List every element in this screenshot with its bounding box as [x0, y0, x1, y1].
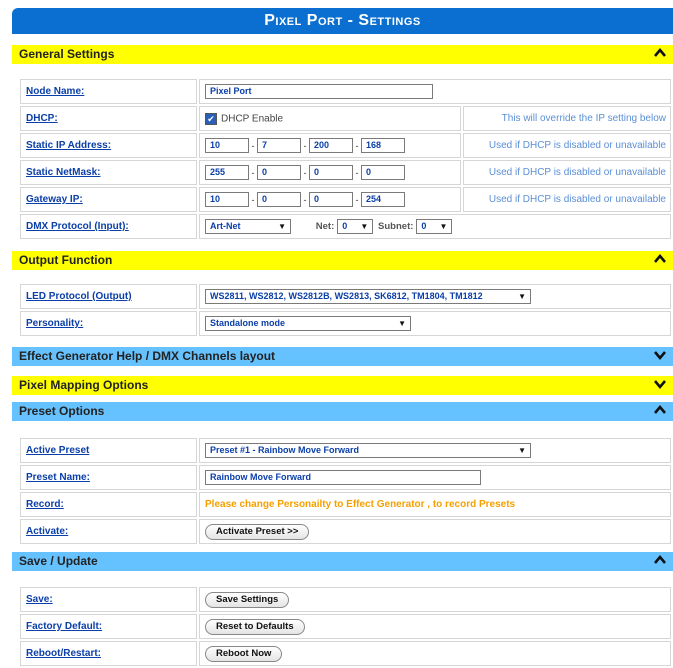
table-row: Preset Name: Rainbow Move Forward [20, 465, 671, 490]
dropdown-arrow-icon: ▼ [518, 446, 526, 455]
ip-octet-3[interactable]: 200 [309, 138, 353, 153]
section-title: Pixel Mapping Options [19, 378, 149, 392]
activate-preset-button[interactable]: Activate Preset >> [205, 523, 310, 540]
preset-name-label: Preset Name: [20, 465, 197, 490]
table-row: DHCP: ✔ DHCP Enable This will override th… [20, 106, 671, 131]
personality-label: Personality: [20, 311, 197, 336]
table-row: Save: Save Settings [20, 587, 671, 612]
table-row: Node Name: Pixel Port [20, 79, 671, 104]
gateway-ip-hint: Used if DHCP is disabled or unavailable [463, 187, 671, 212]
table-row: Active Preset Preset #1 - Rainbow Move F… [20, 438, 671, 463]
record-label: Record: [20, 492, 197, 517]
node-name-input[interactable]: Pixel Port [205, 84, 433, 99]
static-netmask-label: Static NetMask: [20, 160, 197, 185]
dmx-protocol-select[interactable]: Art-Net ▼ [205, 219, 291, 234]
record-warning: Please change Personailty to Effect Gene… [205, 499, 516, 510]
personality-select[interactable]: Standalone mode ▼ [205, 316, 411, 331]
output-function-table: LED Protocol (Output) WS2811, WS2812, WS… [18, 282, 673, 338]
active-preset-label: Active Preset [20, 438, 197, 463]
static-ip-hint: Used if DHCP is disabled or unavailable [463, 133, 671, 158]
table-row: Record: Please change Personailty to Eff… [20, 492, 671, 517]
ip-octet-1[interactable]: 10 [205, 138, 249, 153]
chevron-up-icon[interactable] [653, 553, 667, 567]
dropdown-arrow-icon: ▼ [439, 222, 448, 231]
section-output-function[interactable]: Output Function [12, 251, 673, 270]
reset-defaults-button[interactable]: Reset to Defaults [205, 618, 305, 635]
save-settings-button[interactable]: Save Settings [205, 591, 290, 608]
dhcp-label: DHCP: [20, 106, 197, 131]
dropdown-arrow-icon: ▼ [398, 319, 406, 328]
dropdown-arrow-icon: ▼ [518, 292, 526, 301]
subnet-select[interactable]: 0 ▼ [416, 219, 453, 234]
ip-octet-4[interactable]: 168 [361, 138, 405, 153]
gateway-octet-3[interactable]: 0 [309, 192, 353, 207]
node-name-label: Node Name: [20, 79, 197, 104]
netmask-octet-4[interactable]: 0 [361, 165, 405, 180]
section-effect-generator[interactable]: Effect Generator Help / DMX Channels lay… [12, 347, 673, 366]
save-label: Save: [20, 587, 197, 612]
led-protocol-select[interactable]: WS2811, WS2812, WS2812B, WS2813, SK6812,… [205, 289, 531, 304]
page-title: Pixel Port - Settings [12, 8, 673, 34]
gateway-octet-4[interactable]: 254 [361, 192, 405, 207]
dhcp-checkbox[interactable]: ✔ [205, 112, 217, 125]
section-title: General Settings [19, 47, 115, 61]
section-save-update[interactable]: Save / Update [12, 552, 673, 571]
preset-options-table: Active Preset Preset #1 - Rainbow Move F… [18, 436, 673, 546]
table-row: Static NetMask: 255-0-0-0 Used if DHCP i… [20, 160, 671, 185]
general-settings-table: Node Name: Pixel Port DHCP: ✔ DHCP Enable… [18, 77, 673, 241]
table-row: Static IP Address: 10-7-200-168 Used if … [20, 133, 671, 158]
section-title: Preset Options [19, 404, 105, 418]
activate-label: Activate: [20, 519, 197, 544]
section-title: Output Function [19, 253, 113, 267]
preset-name-input[interactable]: Rainbow Move Forward [205, 470, 481, 485]
section-title: Save / Update [19, 554, 98, 568]
factory-default-label: Factory Default: [20, 614, 197, 639]
netmask-octet-1[interactable]: 255 [205, 165, 249, 180]
table-row: Personality: Standalone mode ▼ [20, 311, 671, 336]
gateway-ip-label: Gateway IP: [20, 187, 197, 212]
static-netmask-hint: Used if DHCP is disabled or unavailable [463, 160, 671, 185]
section-preset-options[interactable]: Preset Options [12, 402, 673, 421]
static-ip-label: Static IP Address: [20, 133, 197, 158]
gateway-octet-2[interactable]: 0 [257, 192, 301, 207]
chevron-up-icon[interactable] [653, 46, 667, 60]
ip-octet-2[interactable]: 7 [257, 138, 301, 153]
active-preset-select[interactable]: Preset #1 - Rainbow Move Forward ▼ [205, 443, 531, 458]
chevron-up-icon[interactable] [653, 403, 667, 417]
table-row: Activate: Activate Preset >> [20, 519, 671, 544]
chevron-down-icon[interactable] [653, 377, 667, 391]
dropdown-arrow-icon: ▼ [360, 222, 369, 231]
table-row: DMX Protocol (Input): Art-Net ▼ Net: 0 ▼ Su… [20, 214, 671, 239]
reboot-now-button[interactable]: Reboot Now [205, 645, 283, 662]
dhcp-hint: This will override the IP setting below [463, 106, 671, 131]
led-protocol-label: LED Protocol (Output) [20, 284, 197, 309]
chevron-down-icon[interactable] [653, 348, 667, 362]
table-row: Factory Default: Reset to Defaults [20, 614, 671, 639]
subnet-label: Subnet: [378, 221, 414, 232]
section-title: Effect Generator Help / DMX Channels lay… [19, 349, 276, 363]
dropdown-arrow-icon: ▼ [278, 222, 286, 231]
reboot-label: Reboot/Restart: [20, 641, 197, 666]
netmask-octet-2[interactable]: 0 [257, 165, 301, 180]
section-pixel-mapping[interactable]: Pixel Mapping Options [12, 376, 673, 395]
table-row: Gateway IP: 10-0-0-254 Used if DHCP is d… [20, 187, 671, 212]
chevron-up-icon[interactable] [653, 252, 667, 266]
dmx-protocol-label: DMX Protocol (Input): [20, 214, 197, 239]
table-row: LED Protocol (Output) WS2811, WS2812, WS… [20, 284, 671, 309]
net-select[interactable]: 0 ▼ [337, 219, 374, 234]
gateway-octet-1[interactable]: 10 [205, 192, 249, 207]
net-label: Net: [315, 221, 335, 232]
table-row: Reboot/Restart: Reboot Now [20, 641, 671, 666]
netmask-octet-3[interactable]: 0 [309, 165, 353, 180]
section-general-settings[interactable]: General Settings [12, 45, 673, 64]
dhcp-enable-label: DHCP Enable [221, 113, 284, 124]
